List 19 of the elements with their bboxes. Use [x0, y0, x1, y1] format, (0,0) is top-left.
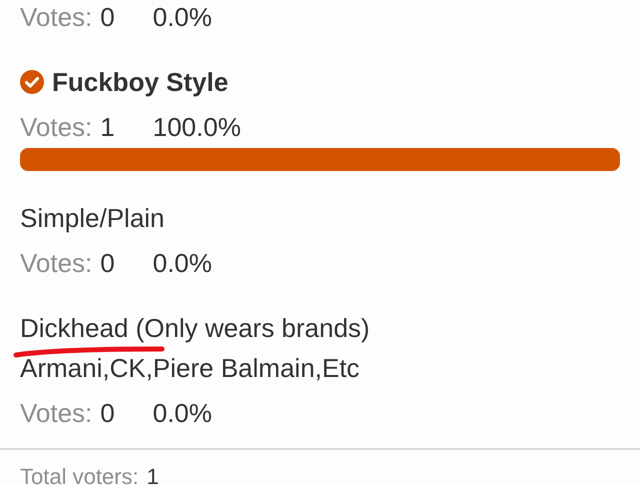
option-label: Armani,CK,Piere Balmain,Etc — [20, 353, 361, 383]
vote-percent: 0.0% — [152, 247, 212, 280]
votes-count: 0 — [100, 397, 115, 430]
option-label: Fuckboy Style — [52, 67, 228, 97]
votes-count: 0 — [100, 247, 115, 280]
total-voters-label: Total voters: — [20, 463, 139, 485]
votes-label: Votes: — [20, 397, 92, 430]
total-voters-count: 1 — [146, 463, 159, 485]
vote-percent: 0.0% — [152, 1, 212, 34]
vote-percent: 100.0% — [152, 111, 241, 144]
votes-label: Votes: — [20, 111, 92, 144]
votes-count: 1 — [100, 111, 115, 144]
option-label: Simple/Plain — [20, 203, 165, 233]
votes-count: 0 — [100, 1, 115, 34]
votes-label: Votes: — [20, 247, 92, 280]
check-icon — [20, 70, 44, 94]
vote-percent: 0.0% — [152, 397, 212, 430]
votes-label: Votes: — [20, 1, 92, 34]
option-label: Dickhead (Only wears brands) — [20, 313, 370, 343]
